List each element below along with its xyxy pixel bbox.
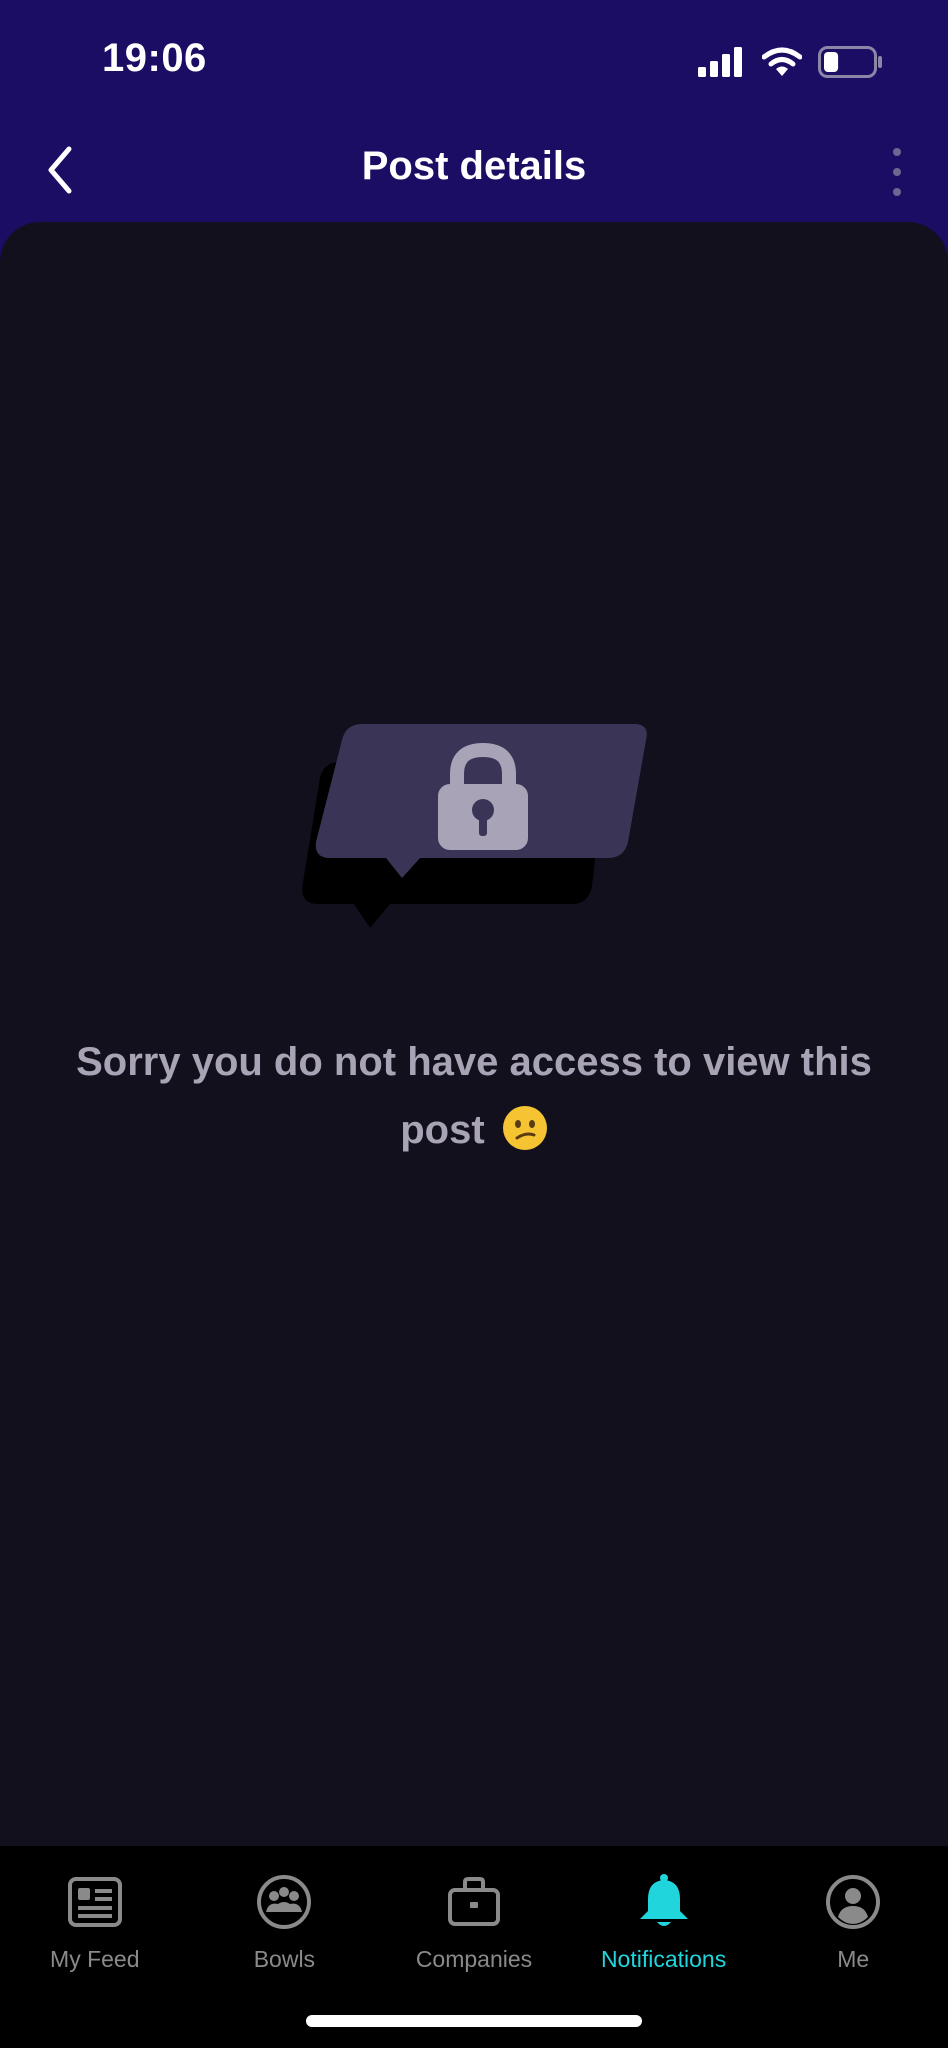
- status-time: 19:06: [102, 36, 207, 80]
- profile-icon: [823, 1872, 883, 1932]
- tab-me[interactable]: Me: [758, 1846, 948, 2048]
- status-icons: [698, 46, 884, 83]
- post-content-area: Sorry you do not have access to view thi…: [0, 222, 948, 1846]
- tab-label: Me: [837, 1946, 870, 1972]
- tab-label: Companies: [415, 1946, 533, 1972]
- locked-post-illustration: [290, 718, 670, 978]
- battery-icon: [818, 46, 884, 83]
- more-options-button[interactable]: [870, 134, 924, 210]
- cellular-signal-icon: [698, 47, 746, 82]
- tab-my-feed[interactable]: My Feed: [0, 1846, 190, 2048]
- wifi-icon: [761, 47, 803, 82]
- more-dot-icon: [893, 188, 901, 196]
- access-denied-text: Sorry you do not have access to view thi…: [76, 1040, 872, 1152]
- tab-label: Notifications: [600, 1946, 727, 1972]
- page-title: Post details: [361, 144, 587, 188]
- access-denied-message: Sorry you do not have access to view thi…: [40, 1028, 908, 1164]
- more-dot-icon: [893, 148, 901, 156]
- post-details-screen: 19:06 Post details Sorry you do not have…: [0, 0, 948, 2048]
- bell-icon: [634, 1872, 694, 1932]
- locked-chat-bubble-icon: [302, 724, 647, 928]
- confused-face-icon: [502, 1106, 547, 1150]
- briefcase-icon: [444, 1872, 504, 1932]
- tab-label: Bowls: [253, 1946, 316, 1972]
- feed-icon: [65, 1872, 125, 1932]
- nav-header: Post details: [0, 120, 948, 220]
- more-dot-icon: [893, 168, 901, 176]
- tab-label: My Feed: [50, 1946, 140, 1972]
- bowls-icon: [254, 1872, 314, 1932]
- status-bar: 19:06: [0, 0, 948, 120]
- home-indicator[interactable]: [306, 2015, 642, 2027]
